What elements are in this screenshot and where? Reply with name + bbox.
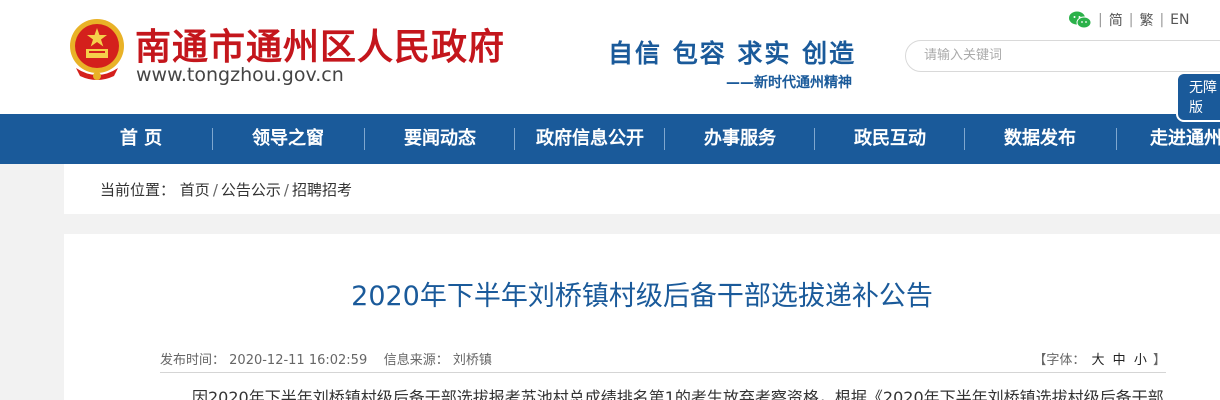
traditional-chinese-link[interactable]: 繁 [1139, 10, 1153, 30]
nav-divider [814, 128, 815, 150]
breadcrumb-separator: / [283, 181, 289, 199]
site-title[interactable]: 南通市通州区人民政府 [135, 18, 505, 70]
font-size-small-button[interactable]: 小 [1134, 353, 1147, 368]
site-header: 南通市通州区人民政府 www.tongzhou.gov.cn 自信 包容 求实 … [0, 0, 1220, 114]
breadcrumb-home[interactable]: 首页 [180, 181, 210, 199]
slogan-subtitle: ——新时代通州精神 [726, 75, 852, 91]
search-input[interactable] [924, 48, 1204, 63]
source: 刘桥镇 [452, 353, 492, 368]
separator: | [1159, 12, 1165, 28]
breadcrumb-bar: 当前位置： 首页 / 公告公示 / 招聘招考 [64, 164, 1220, 214]
breadcrumb-recruitment[interactable]: 招聘招考 [292, 181, 352, 199]
nav-item-news[interactable]: 要闻动态 [380, 114, 500, 164]
accessibility-label-line1: 无障 [1189, 80, 1217, 96]
nav-item-data[interactable]: 数据发布 [980, 114, 1100, 164]
nav-divider [964, 128, 965, 150]
simplified-chinese-link[interactable]: 简 [1109, 10, 1123, 30]
nav-divider [212, 128, 213, 150]
english-link[interactable]: EN [1170, 12, 1189, 28]
article-meta: 发布时间： 2020-12-11 16:02:59 信息来源： 刘桥镇 【字体：… [160, 349, 1166, 373]
article-title: 2020年下半年刘桥镇村级后备干部选拔递补公告 [351, 281, 933, 312]
font-size-label: 【字体： [1033, 353, 1086, 368]
font-size-medium-button[interactable]: 中 [1113, 353, 1126, 368]
font-size-large-button[interactable]: 大 [1092, 353, 1105, 368]
nav-divider [664, 128, 665, 150]
font-size-close: 】 [1152, 353, 1166, 368]
national-emblem-icon[interactable] [66, 16, 128, 82]
nav-item-gov-info[interactable]: 政府信息公开 [522, 114, 658, 164]
article-body-line: 因2020年下半年刘桥镇村级后备干部选拔报考苏池村总成绩排名第1的考生放弃考察资… [192, 388, 1164, 400]
accessibility-label-line2: 版 [1189, 100, 1203, 116]
separator: | [1098, 12, 1103, 28]
publish-time-label: 发布时间： [160, 353, 226, 368]
source-label: 信息来源： [383, 353, 449, 368]
nav-divider [514, 128, 515, 150]
meta-divider [160, 372, 1166, 373]
nav-item-home[interactable]: 首 页 [86, 114, 196, 164]
site-url[interactable]: www.tongzhou.gov.cn [136, 64, 344, 86]
article-panel: 2020年下半年刘桥镇村级后备干部选拔递补公告 发布时间： 2020-12-11… [64, 234, 1220, 400]
nav-item-interaction[interactable]: 政民互动 [830, 114, 950, 164]
nav-item-leaders[interactable]: 领导之窗 [228, 114, 348, 164]
breadcrumb: 当前位置： 首页 / 公告公示 / 招聘招考 [100, 179, 352, 200]
search-box[interactable] [905, 40, 1220, 72]
slogan: 自信 包容 求实 创造 [608, 39, 857, 68]
breadcrumb-separator: / [212, 181, 218, 199]
top-links: | 简 | 繁 | EN [1068, 9, 1189, 31]
nav-divider [1116, 128, 1117, 150]
breadcrumb-prefix: 当前位置： [100, 181, 176, 199]
breadcrumb-announcements[interactable]: 公告公示 [221, 181, 281, 199]
main-nav: 首 页 领导之窗 要闻动态 政府信息公开 办事服务 政民互动 数据发布 走进通州 [0, 114, 1220, 164]
separator: | [1128, 12, 1134, 28]
wechat-icon[interactable] [1068, 10, 1092, 30]
accessibility-button[interactable]: 无障 版 [1176, 72, 1220, 122]
nav-item-services[interactable]: 办事服务 [680, 114, 800, 164]
nav-divider [364, 128, 365, 150]
publish-time: 2020-12-11 16:02:59 [229, 353, 368, 368]
font-size-controls: 【字体： 大 中 小 】 [1033, 349, 1166, 368]
